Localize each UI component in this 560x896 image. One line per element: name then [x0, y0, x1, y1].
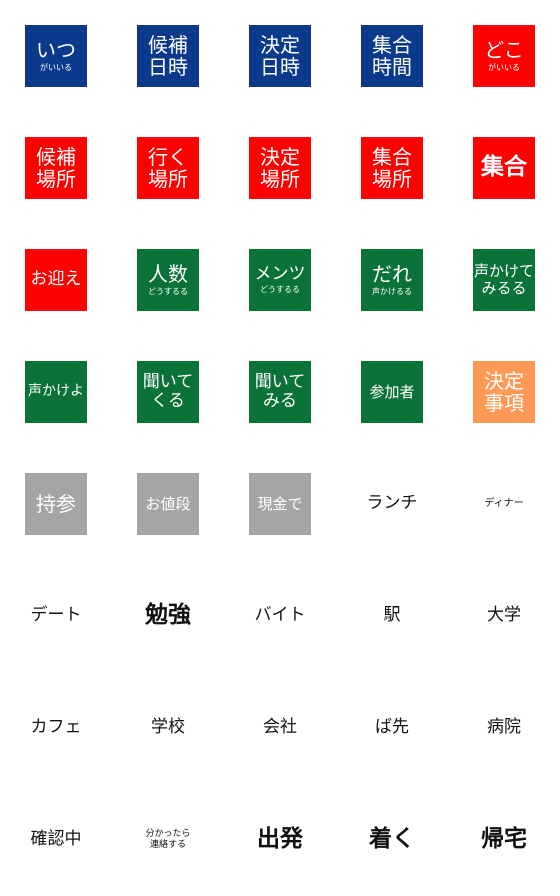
- sticker-text[interactable]: 大学: [473, 585, 535, 647]
- sticker-label: 決定: [260, 144, 300, 169]
- sticker-label: 確認中: [30, 829, 82, 850]
- sticker-text[interactable]: ディナー: [473, 473, 535, 535]
- sticker-label: 連絡する: [149, 840, 186, 850]
- sticker-label: お値段: [145, 494, 191, 513]
- sticker-label: 参加者: [369, 382, 415, 401]
- sticker-label: 日時: [148, 55, 188, 79]
- sticker-tile[interactable]: 候補 日時: [137, 25, 199, 87]
- sticker-label: バイト: [254, 605, 306, 626]
- sticker-label: 場所: [148, 167, 188, 191]
- sticker-label: 分かったら: [145, 828, 191, 839]
- sticker-label: 聞いて: [142, 371, 194, 392]
- sticker-tile[interactable]: メンツ どうするる: [249, 249, 311, 311]
- sticker-label: がいいる: [488, 62, 520, 72]
- sticker-label: 候補: [36, 144, 76, 169]
- sticker-label: 集合: [372, 144, 412, 169]
- sticker-tile[interactable]: いつ がいいる: [25, 25, 87, 87]
- sticker-label: 駅: [383, 605, 401, 626]
- sticker-text[interactable]: 会社: [249, 697, 311, 759]
- sticker-tile[interactable]: 決定 日時: [249, 25, 311, 87]
- sticker-tile[interactable]: 決定 事項: [473, 361, 535, 423]
- sticker-text[interactable]: 分かったら 連絡する: [137, 809, 199, 871]
- sticker-tile[interactable]: お値段: [137, 473, 199, 535]
- sticker-label: 現金で: [257, 494, 303, 513]
- sticker-tile[interactable]: どこ がいいる: [473, 25, 535, 87]
- sticker-text[interactable]: 着く: [361, 809, 423, 871]
- sticker-label: ディナー: [484, 498, 524, 510]
- sticker-label: 場所: [36, 167, 76, 191]
- sticker-tile[interactable]: 参加者: [361, 361, 423, 423]
- sticker-label: 決定: [260, 32, 300, 57]
- sticker-text[interactable]: 病院: [473, 697, 535, 759]
- sticker-label: 出発: [257, 826, 303, 853]
- sticker-text[interactable]: ば先: [361, 697, 423, 759]
- sticker-tile[interactable]: お迎え: [25, 249, 87, 311]
- sticker-text[interactable]: 勉強: [137, 585, 199, 647]
- sticker-label: がいいる: [40, 62, 72, 72]
- sticker-tile[interactable]: 声かけて みるる: [473, 249, 535, 311]
- sticker-text[interactable]: バイト: [249, 585, 311, 647]
- sticker-text[interactable]: 確認中: [25, 809, 87, 871]
- sticker-text[interactable]: ランチ: [361, 473, 423, 535]
- sticker-label: 大学: [487, 605, 521, 626]
- sticker-tile[interactable]: 決定 場所: [249, 137, 311, 199]
- sticker-tile[interactable]: 声かけよ: [25, 361, 87, 423]
- sticker-text[interactable]: 駅: [361, 585, 423, 647]
- sticker-label: 学校: [151, 717, 185, 738]
- sticker-label: 勉強: [145, 602, 191, 629]
- sticker-label: ば先: [375, 717, 409, 738]
- sticker-label: 場所: [260, 167, 300, 191]
- sticker-label: 行く: [148, 144, 188, 169]
- sticker-label: お迎え: [30, 269, 82, 290]
- sticker-label: ランチ: [366, 493, 418, 514]
- sticker-label: 集合: [481, 154, 527, 181]
- sticker-label: 時間: [372, 55, 412, 79]
- sticker-tile[interactable]: 持参: [25, 473, 87, 535]
- sticker-label: 声かけるる: [372, 286, 412, 296]
- sticker-tile[interactable]: 集合 時間: [361, 25, 423, 87]
- sticker-label: どうするる: [260, 284, 300, 294]
- sticker-text[interactable]: 学校: [137, 697, 199, 759]
- sticker-label: 病院: [487, 717, 521, 738]
- sticker-label: 持参: [36, 491, 76, 516]
- sticker-tile[interactable]: 人数 どうするる: [137, 249, 199, 311]
- sticker-label: 着く: [369, 826, 415, 853]
- sticker-label: いつ: [36, 38, 76, 63]
- sticker-label: 人数: [148, 262, 188, 287]
- sticker-text[interactable]: 帰宅: [473, 809, 535, 871]
- sticker-label: 事項: [484, 391, 524, 415]
- sticker-text[interactable]: デート: [25, 585, 87, 647]
- sticker-tile[interactable]: 現金で: [249, 473, 311, 535]
- sticker-label: 帰宅: [481, 826, 527, 853]
- sticker-label: デート: [30, 605, 82, 626]
- sticker-tile[interactable]: 集合 場所: [361, 137, 423, 199]
- sticker-grid: いつ がいいる 候補 日時 決定 日時 集合 時間 どこ がいいる 候補 場所 行く 場所 決定 場所 集合 場所…: [0, 0, 560, 896]
- sticker-tile[interactable]: 集合: [473, 137, 535, 199]
- sticker-label: みる: [263, 391, 297, 411]
- sticker-tile[interactable]: 行く 場所: [137, 137, 199, 199]
- sticker-label: 声かけて: [473, 262, 534, 281]
- sticker-label: 決定: [484, 368, 524, 393]
- sticker-label: 聞いて: [254, 371, 306, 392]
- sticker-label: 日時: [260, 55, 300, 79]
- sticker-tile[interactable]: 聞いて くる: [137, 361, 199, 423]
- sticker-label: だれ: [372, 262, 412, 287]
- sticker-label: メンツ: [254, 263, 306, 284]
- sticker-text[interactable]: 出発: [249, 809, 311, 871]
- sticker-text[interactable]: カフェ: [25, 697, 87, 759]
- sticker-tile[interactable]: だれ 声かけるる: [361, 249, 423, 311]
- sticker-label: みるる: [481, 279, 527, 297]
- sticker-label: 会社: [263, 717, 297, 738]
- sticker-label: 候補: [148, 32, 188, 57]
- sticker-tile[interactable]: 候補 場所: [25, 137, 87, 199]
- sticker-tile[interactable]: 聞いて みる: [249, 361, 311, 423]
- sticker-label: どうするる: [148, 286, 188, 296]
- sticker-label: 場所: [372, 167, 412, 191]
- sticker-label: カフェ: [30, 717, 82, 738]
- sticker-label: 集合: [372, 32, 412, 57]
- sticker-label: どこ: [484, 38, 524, 63]
- sticker-label: くる: [151, 391, 185, 411]
- sticker-label: 声かけよ: [28, 383, 84, 400]
